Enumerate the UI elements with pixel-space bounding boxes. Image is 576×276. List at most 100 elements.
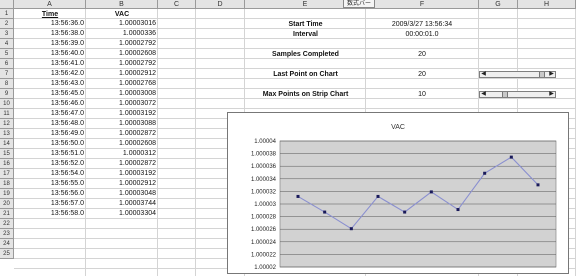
vac-cell[interactable]: 1.0000312 (86, 149, 156, 159)
data-point (323, 210, 327, 214)
column-header-f[interactable]: F (366, 0, 479, 9)
row-header-4[interactable]: 4 (0, 39, 14, 49)
row-header-2[interactable]: 2 (0, 19, 14, 29)
row-header-19[interactable]: 19 (0, 189, 14, 199)
vac-cell[interactable]: 1.00002792 (86, 59, 156, 69)
time-cell[interactable]: 13:56:56.0 (14, 189, 84, 199)
data-point (376, 194, 380, 198)
row-header-23[interactable]: 23 (0, 229, 14, 239)
row-header-17[interactable]: 17 (0, 169, 14, 179)
vac-cell[interactable]: 1.00002872 (86, 129, 156, 139)
time-cell[interactable]: 13:56:41.0 (14, 59, 84, 69)
last-point-value[interactable]: 20 (366, 70, 478, 80)
column-header-g[interactable]: G (479, 0, 518, 9)
time-cell[interactable]: 13:56:40.0 (14, 49, 84, 59)
chart-canvas: VAC 1.00004 1.000038 1.000036 1.000034 1.0000… (251, 124, 557, 271)
time-cell[interactable]: 13:56:47.0 (14, 109, 84, 119)
y-tick-label: 1.000022 (251, 252, 277, 258)
interval-value[interactable]: 00:00:01.0 (366, 30, 478, 40)
scrollbar-thumb[interactable] (539, 72, 546, 77)
max-points-scrollbar[interactable]: ◀ ▶ (479, 91, 556, 98)
vac-cell[interactable]: 1.00003048 (86, 189, 156, 199)
time-cell[interactable]: 13:56:55.0 (14, 179, 84, 189)
row-header-7[interactable]: 7 (0, 69, 14, 79)
scrollbar-thumb[interactable] (502, 92, 509, 97)
data-point (456, 208, 460, 212)
column-header-b[interactable]: B (86, 0, 158, 9)
time-cell[interactable]: 13:56:42.0 (14, 69, 84, 79)
y-tick-label: 1.000024 (251, 240, 277, 246)
samples-value[interactable]: 20 (366, 50, 478, 60)
time-cell[interactable]: 13:56:54.0 (14, 169, 84, 179)
time-cell[interactable]: 13:56:39.0 (14, 39, 84, 49)
row-header-5[interactable]: 5 (0, 49, 14, 59)
row-header-25[interactable]: 25 (0, 249, 14, 259)
time-cell[interactable]: 13:56:45.0 (14, 89, 84, 99)
time-cell[interactable]: 13:56:49.0 (14, 129, 84, 139)
row-header-21[interactable]: 21 (0, 209, 14, 219)
time-cell[interactable]: 13:56:36.0 (14, 19, 84, 29)
scroll-right-icon[interactable]: ▶ (548, 71, 555, 77)
vac-chart[interactable]: VAC 1.00004 1.000038 1.000036 1.000034 1.0000… (227, 112, 569, 274)
row-header-24[interactable]: 24 (0, 239, 14, 249)
time-cell[interactable]: 13:56:43.0 (14, 79, 84, 89)
max-points-value[interactable]: 10 (366, 90, 478, 100)
column-header-h[interactable]: H (518, 0, 576, 9)
vac-cell[interactable]: 1.00003192 (86, 109, 156, 119)
time-cell[interactable]: 13:56:57.0 (14, 199, 84, 209)
row-header-22[interactable]: 22 (0, 219, 14, 229)
row-header-9[interactable]: 9 (0, 89, 14, 99)
row-header-14[interactable]: 14 (0, 139, 14, 149)
column-header-c[interactable]: C (158, 0, 196, 9)
row-header-12[interactable]: 12 (0, 119, 14, 129)
select-all-corner[interactable] (0, 0, 14, 9)
time-cell[interactable]: 13:56:46.0 (14, 99, 84, 109)
time-cell[interactable]: 13:56:58.0 (14, 209, 84, 219)
row-header-18[interactable]: 18 (0, 179, 14, 189)
vac-cell[interactable]: 1.0000336 (86, 29, 156, 39)
row-header-11[interactable]: 11 (0, 109, 14, 119)
row-header-16[interactable]: 16 (0, 159, 14, 169)
vac-cell[interactable]: 1.00003304 (86, 209, 156, 219)
formula-bar-label[interactable]: 数式バー (343, 0, 375, 8)
vac-cell[interactable]: 1.00002608 (86, 139, 156, 149)
vac-cell[interactable]: 1.00002792 (86, 39, 156, 49)
y-tick-label: 1.000036 (251, 164, 277, 170)
data-point (349, 227, 353, 231)
row-header-8[interactable]: 8 (0, 79, 14, 89)
row-header-13[interactable]: 13 (0, 129, 14, 139)
time-cell[interactable]: 13:56:38.0 (14, 29, 84, 39)
row-header-3[interactable]: 3 (0, 29, 14, 39)
column-header-d[interactable]: D (196, 0, 245, 9)
time-cell[interactable]: 13:56:52.0 (14, 159, 84, 169)
vac-cell[interactable]: 1.00002768 (86, 79, 156, 89)
vac-cell[interactable]: 1.00002872 (86, 159, 156, 169)
vac-cell[interactable]: 1.00002912 (86, 179, 156, 189)
scroll-right-icon[interactable]: ▶ (548, 91, 555, 97)
y-tick-label: 1.000032 (251, 189, 277, 195)
row-header-6[interactable]: 6 (0, 59, 14, 69)
vac-cell[interactable]: 1.00003016 (86, 19, 156, 29)
column-header-a[interactable]: A (14, 0, 86, 9)
start-time-value[interactable]: 2009/3/27 13:56:34 (366, 20, 478, 30)
vac-cell[interactable]: 1.00003008 (86, 89, 156, 99)
row-header-15[interactable]: 15 (0, 149, 14, 159)
scroll-left-icon[interactable]: ◀ (480, 91, 487, 97)
row-header-1[interactable]: 1 (0, 9, 14, 19)
scroll-left-icon[interactable]: ◀ (480, 71, 487, 77)
row-header-10[interactable]: 10 (0, 99, 14, 109)
last-point-scrollbar[interactable]: ◀ ▶ (479, 71, 556, 78)
data-point (429, 190, 433, 194)
vac-cell[interactable]: 1.00002608 (86, 49, 156, 59)
time-cell[interactable]: 13:56:48.0 (14, 119, 84, 129)
data-point (403, 210, 407, 214)
time-cell[interactable]: 13:56:51.0 (14, 149, 84, 159)
time-cell[interactable]: 13:56:50.0 (14, 139, 84, 149)
vac-cell[interactable]: 1.00003744 (86, 199, 156, 209)
vac-cell[interactable]: 1.00003088 (86, 119, 156, 129)
vac-cell[interactable]: 1.00003192 (86, 169, 156, 179)
vac-cell[interactable]: 1.00003072 (86, 99, 156, 109)
vac-cell[interactable]: 1.00002912 (86, 69, 156, 79)
row-header-20[interactable]: 20 (0, 199, 14, 209)
data-point (536, 183, 540, 187)
